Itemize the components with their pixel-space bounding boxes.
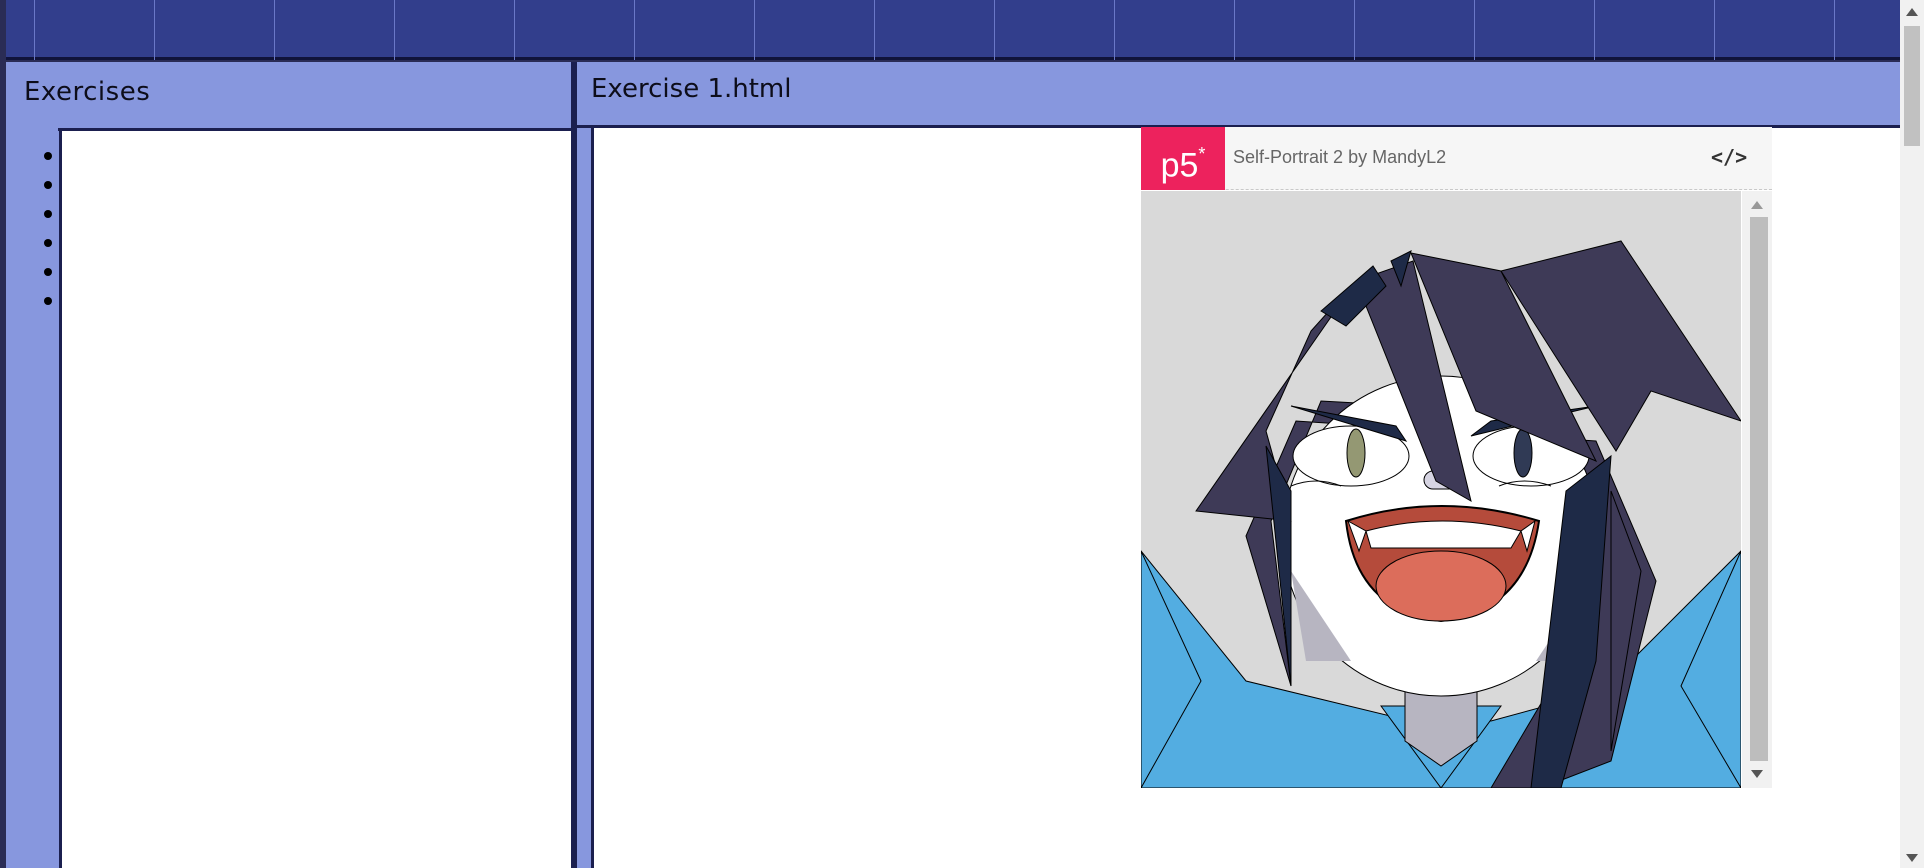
nav-divider: [394, 0, 395, 60]
nav-divider: [1234, 0, 1235, 60]
p5-logo-mark: *: [1198, 144, 1206, 164]
p5-logo[interactable]: p5*: [1141, 127, 1225, 190]
nav-divider: [1354, 0, 1355, 60]
list-item[interactable]: [26, 142, 56, 171]
embed-scrollbar[interactable]: [1742, 191, 1772, 788]
page-title: Exercise 1.html: [591, 74, 792, 104]
exercises-sidebar: Exercises: [6, 62, 574, 868]
scroll-down-icon[interactable]: [1751, 770, 1763, 778]
nav-divider: [34, 0, 35, 60]
nav-divider: [514, 0, 515, 60]
nav-divider: [1834, 0, 1835, 60]
list-item[interactable]: [26, 200, 56, 229]
page-scroll-thumb[interactable]: [1904, 26, 1920, 146]
code-icon[interactable]: </>: [1711, 145, 1747, 169]
nav-divider: [1474, 0, 1475, 60]
sketch-title[interactable]: Self-Portrait 2 by MandyL2: [1233, 147, 1446, 168]
sidebar-title: Exercises: [24, 77, 151, 107]
embed-header: p5* Self-Portrait 2 by MandyL2 </>: [1141, 127, 1772, 190]
sidebar-content-panel: [59, 131, 571, 868]
embed-scroll-thumb[interactable]: [1750, 217, 1768, 761]
sketch-canvas[interactable]: [1141, 191, 1741, 788]
list-item[interactable]: [26, 258, 56, 287]
list-item[interactable]: [26, 287, 56, 316]
nav-divider: [994, 0, 995, 60]
list-item[interactable]: [26, 229, 56, 258]
nav-divider: [1114, 0, 1115, 60]
by-label: by: [1348, 147, 1368, 167]
nav-divider: [874, 0, 875, 60]
nav-divider: [154, 0, 155, 60]
sketch-name[interactable]: Self-Portrait 2: [1233, 147, 1343, 167]
p5-sketch-embed: p5* Self-Portrait 2 by MandyL2 </>: [1141, 127, 1772, 788]
top-navigation-bar: [6, 0, 1900, 60]
nav-divider: [634, 0, 635, 60]
nav-divider: [1594, 0, 1595, 60]
page-scrollbar[interactable]: [1900, 0, 1924, 868]
nav-divider: [274, 0, 275, 60]
sketch-author[interactable]: MandyL2: [1372, 147, 1446, 167]
scroll-up-icon[interactable]: [1751, 201, 1763, 209]
exercise-list: [26, 142, 56, 316]
nav-divider: [754, 0, 755, 60]
list-item[interactable]: [26, 171, 56, 200]
p5-logo-text: p5: [1160, 146, 1199, 185]
page-scroll-down-icon[interactable]: [1906, 854, 1918, 862]
self-portrait-drawing: [1141, 191, 1741, 788]
page-scroll-up-icon[interactable]: [1906, 8, 1918, 16]
nav-divider: [1714, 0, 1715, 60]
